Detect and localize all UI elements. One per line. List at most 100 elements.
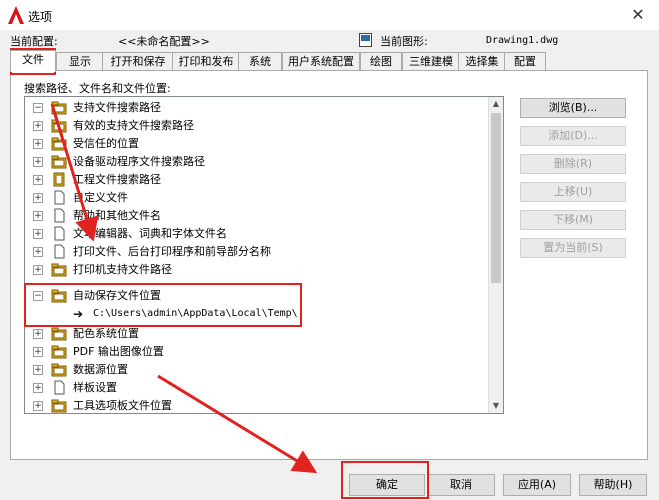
tree-item-label: 受信任的位置 bbox=[73, 137, 139, 150]
folder-stack-icon bbox=[51, 327, 67, 341]
folder-stack-icon bbox=[51, 399, 67, 413]
expand-icon[interactable]: + bbox=[33, 265, 43, 275]
tree-item[interactable]: + 打印机支持文件路径 bbox=[25, 261, 489, 279]
expand-icon[interactable]: + bbox=[33, 401, 43, 411]
expand-icon[interactable]: + bbox=[33, 347, 43, 357]
tab-system[interactable]: 系统 bbox=[238, 52, 282, 71]
expand-icon[interactable]: + bbox=[33, 229, 43, 239]
tree-item[interactable]: + 打印文件、后台打印程序和前导部分名称 bbox=[25, 243, 489, 261]
document-icon bbox=[54, 226, 65, 241]
tree-item-label: 设备驱动程序文件搜索路径 bbox=[73, 155, 205, 168]
tree-item-label: 帮助和其他文件名 bbox=[73, 209, 161, 222]
folder-stack-icon bbox=[51, 289, 67, 303]
scroll-down-icon[interactable]: ▼ bbox=[489, 399, 503, 413]
folder-stack-icon bbox=[51, 263, 67, 277]
tree-item[interactable]: + 自定义文件 bbox=[25, 189, 489, 207]
window-title: 选项 bbox=[28, 10, 53, 24]
tab-user-preferences[interactable]: 用户系统配置 bbox=[282, 52, 360, 71]
move-down-button[interactable]: 下移(M) bbox=[520, 210, 626, 230]
help-button[interactable]: 帮助(H) bbox=[579, 474, 647, 496]
tree-item[interactable]: + 样板设置 bbox=[25, 379, 489, 397]
folder-stack-icon bbox=[51, 119, 67, 133]
title-bar: 选项 ✕ bbox=[0, 0, 659, 30]
cancel-button[interactable]: 取消 bbox=[427, 474, 495, 496]
tree-item[interactable]: + 数据源位置 bbox=[25, 361, 489, 379]
collapse-icon[interactable]: − bbox=[33, 103, 43, 113]
tree-item-label: 数据源位置 bbox=[73, 363, 128, 376]
scroll-thumb[interactable] bbox=[491, 113, 501, 283]
tree-scrollbar[interactable]: ▲ ▼ bbox=[488, 97, 503, 413]
ok-button[interactable]: 确定 bbox=[349, 474, 425, 496]
remove-button[interactable]: 删除(R) bbox=[520, 154, 626, 174]
tree-item[interactable]: + 受信任的位置 bbox=[25, 135, 489, 153]
tab-open-save[interactable]: 打开和保存 bbox=[102, 52, 174, 71]
scroll-up-icon[interactable]: ▲ bbox=[489, 97, 503, 111]
folder-stack-icon bbox=[51, 155, 67, 169]
expand-icon[interactable]: + bbox=[33, 157, 43, 167]
current-config-value: <<未命名配置>> bbox=[118, 35, 210, 48]
expand-icon[interactable]: + bbox=[33, 383, 43, 393]
tree-item[interactable]: + 配色系统位置 bbox=[25, 325, 489, 343]
tree-item-label: 自定义文件 bbox=[73, 191, 128, 204]
tree-item-label: 自动保存文件位置 bbox=[73, 289, 161, 302]
expand-icon[interactable]: + bbox=[33, 121, 43, 131]
drawing-file-icon bbox=[359, 33, 372, 47]
tree-item-label: PDF 输出图像位置 bbox=[73, 345, 164, 358]
tree-item[interactable]: + PDF 输出图像位置 bbox=[25, 343, 489, 361]
tab-drafting[interactable]: 绘图 bbox=[360, 52, 402, 71]
tab-plot-publish[interactable]: 打印和发布 bbox=[172, 52, 240, 71]
arrow-right-icon: ➔ bbox=[73, 307, 84, 321]
tree-item-label: 工具选项板文件位置 bbox=[73, 399, 172, 412]
tree-item-label: 工程文件搜索路径 bbox=[73, 173, 161, 186]
tree-item[interactable]: − 支持文件搜索路径 bbox=[25, 99, 489, 117]
tree-item-label: 样板设置 bbox=[73, 381, 117, 394]
file-locations-tree[interactable]: − 支持文件搜索路径 + 有效的支持文件搜索路径 + 受信任的位置 + 设备驱动… bbox=[24, 96, 504, 414]
expand-icon[interactable]: + bbox=[33, 247, 43, 257]
tab-strip: 文件 显示 打开和保存 打印和发布 系统 用户系统配置 绘图 三维建模 选择集 … bbox=[10, 50, 650, 72]
tab-3d-modeling[interactable]: 三维建模 bbox=[402, 52, 460, 71]
current-config-label: 当前配置: bbox=[10, 35, 58, 48]
folder-stack-icon bbox=[51, 101, 67, 115]
project-file-icon bbox=[53, 172, 65, 187]
tree-item-label: 打印文件、后台打印程序和前导部分名称 bbox=[73, 245, 271, 258]
folder-stack-icon bbox=[51, 345, 67, 359]
document-icon bbox=[54, 208, 65, 223]
expand-icon[interactable]: + bbox=[33, 139, 43, 149]
tree-item[interactable]: + 设备驱动程序文件搜索路径 bbox=[25, 153, 489, 171]
tree-item-label: 配色系统位置 bbox=[73, 327, 139, 340]
tree-item[interactable]: + 工程文件搜索路径 bbox=[25, 171, 489, 189]
tree-item-autosave-path[interactable]: ➔ C:\Users\admin\AppData\Local\Temp\ bbox=[25, 305, 489, 323]
tree-item-label: 支持文件搜索路径 bbox=[73, 101, 161, 114]
collapse-icon[interactable]: − bbox=[33, 291, 43, 301]
current-drawing-value: Drawing1.dwg bbox=[486, 35, 559, 46]
search-paths-label: 搜索路径、文件名和文件位置: bbox=[24, 82, 171, 95]
set-current-button[interactable]: 置为当前(S) bbox=[520, 238, 626, 258]
autosave-path-value: C:\Users\admin\AppData\Local\Temp\ bbox=[93, 308, 298, 319]
tab-files[interactable]: 文件 bbox=[10, 50, 56, 72]
move-up-button[interactable]: 上移(U) bbox=[520, 182, 626, 202]
folder-stack-icon bbox=[51, 363, 67, 377]
tab-selection[interactable]: 选择集 bbox=[458, 52, 506, 71]
tree-item[interactable]: + 帮助和其他文件名 bbox=[25, 207, 489, 225]
expand-icon[interactable]: + bbox=[33, 211, 43, 221]
add-button[interactable]: 添加(D)... bbox=[520, 126, 626, 146]
tree-item[interactable]: + 工具选项板文件位置 bbox=[25, 397, 489, 413]
autocad-logo-icon bbox=[8, 6, 24, 24]
current-drawing-label: 当前图形: bbox=[380, 35, 428, 48]
folder-stack-icon bbox=[51, 137, 67, 151]
tab-profiles[interactable]: 配置 bbox=[504, 52, 546, 71]
browse-button[interactable]: 浏览(B)... bbox=[520, 98, 626, 118]
tree-item-label: 打印机支持文件路径 bbox=[73, 263, 172, 276]
document-icon bbox=[54, 190, 65, 205]
tree-item[interactable]: + 文本编辑器、词典和字体文件名 bbox=[25, 225, 489, 243]
tree-item[interactable]: + 有效的支持文件搜索路径 bbox=[25, 117, 489, 135]
expand-icon[interactable]: + bbox=[33, 329, 43, 339]
close-icon[interactable]: ✕ bbox=[623, 2, 653, 28]
apply-button[interactable]: 应用(A) bbox=[503, 474, 571, 496]
tree-item-autosave[interactable]: − 自动保存文件位置 bbox=[25, 287, 489, 305]
tab-display[interactable]: 显示 bbox=[56, 52, 104, 71]
expand-icon[interactable]: + bbox=[33, 193, 43, 203]
expand-icon[interactable]: + bbox=[33, 365, 43, 375]
expand-icon[interactable]: + bbox=[33, 175, 43, 185]
document-icon bbox=[54, 244, 65, 259]
